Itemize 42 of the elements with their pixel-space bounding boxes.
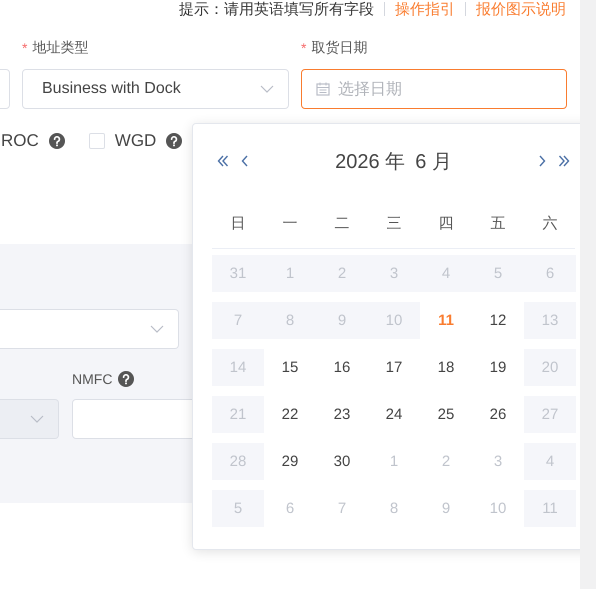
select-field[interactable] (0, 309, 179, 349)
required-mark: * (301, 40, 306, 56)
weekday-label: 六 (542, 214, 558, 232)
option-label: ROC (1, 131, 39, 151)
chevron-down-icon (150, 325, 164, 333)
weekday-label: 五 (490, 214, 506, 232)
hint-text: 提示：请用英语填写所有字段 (179, 0, 374, 18)
chevron-down-icon (260, 85, 274, 93)
calendar-day[interactable]: 29 (264, 443, 316, 480)
field-label: 取货日期 (311, 39, 368, 57)
calendar-day[interactable]: 24 (368, 396, 420, 433)
chevron-down-icon (30, 415, 44, 423)
select-field[interactable]: Business with Dock (22, 69, 289, 109)
calendar-day[interactable]: 19 (472, 349, 524, 386)
year-label[interactable]: 2026 年 (335, 148, 406, 174)
field-label: 地址类型 (32, 39, 88, 57)
calendar-icon (316, 82, 330, 96)
double-chevron-right-icon[interactable] (558, 154, 570, 168)
calendar-day[interactable]: 22 (264, 396, 316, 433)
required-mark: * (22, 40, 28, 56)
weekday-label: 日 (230, 214, 246, 232)
field-label: NMFC (72, 371, 112, 387)
weekday-label: 四 (438, 214, 454, 232)
calendar-day[interactable]: 23 (316, 396, 368, 433)
calendar-day[interactable]: 25 (420, 396, 472, 433)
help-icon[interactable] (118, 371, 134, 387)
weekday-label: 一 (282, 214, 298, 232)
weekday-label: 二 (334, 214, 350, 232)
calendar-day[interactable]: 30 (316, 443, 368, 480)
calendar-day[interactable]: 26 (472, 396, 524, 433)
calendar-day[interactable]: 15 (264, 349, 316, 386)
month-label[interactable]: 6 月 (415, 148, 452, 174)
help-icon[interactable] (48, 133, 65, 149)
help-icon[interactable] (166, 133, 182, 149)
option-label: WGD (114, 131, 156, 151)
double-chevron-left-icon[interactable] (217, 154, 229, 168)
calendar-day[interactable]: 12 (472, 302, 524, 339)
checkbox[interactable] (88, 133, 105, 149)
weekday-label: 三 (386, 214, 402, 232)
calendar-day[interactable]: 16 (316, 349, 368, 386)
calendar-day[interactable]: 17 (368, 349, 420, 386)
calendar-day[interactable]: 18 (420, 349, 472, 386)
